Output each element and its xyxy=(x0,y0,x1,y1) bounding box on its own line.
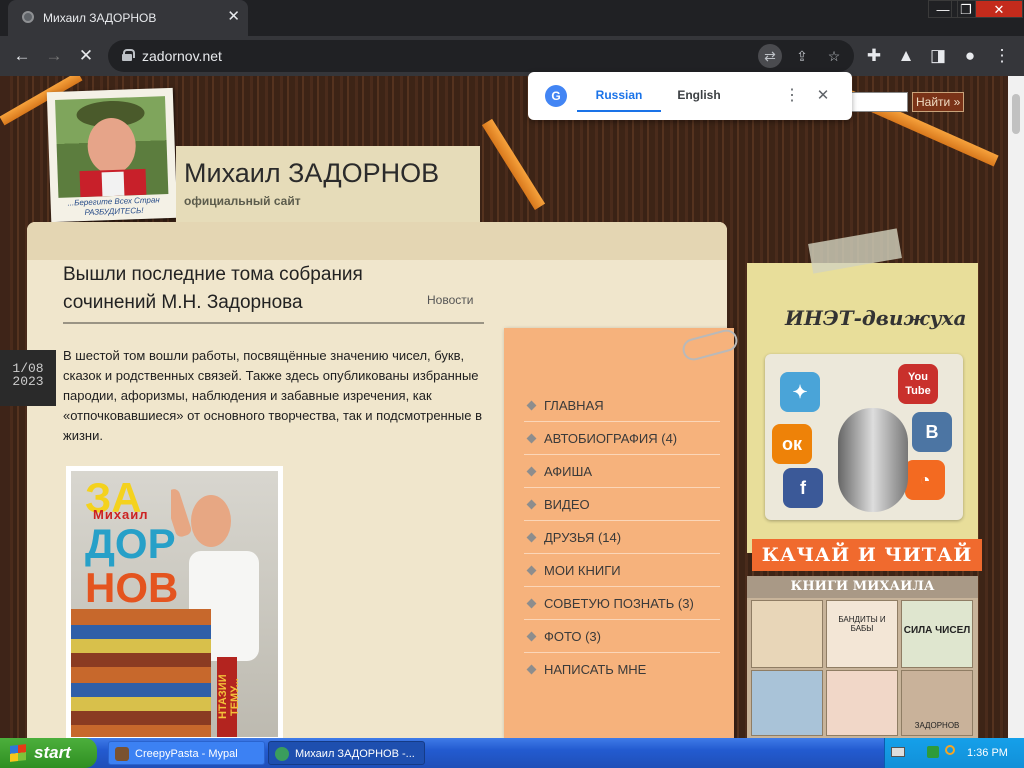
site-title[interactable]: Михаил ЗАДОРНОВ xyxy=(184,158,439,189)
article-body: В шестой том вошли работы, посвящённые з… xyxy=(63,348,482,443)
book-thumbnail[interactable]: ЗАДОРНОВ xyxy=(901,670,973,736)
taskbar-item-label: CreepyPasta - Mypal xyxy=(135,748,238,760)
menu-item-write[interactable]: НАПИСАТЬ МНЕ xyxy=(524,653,720,686)
stop-loading-icon[interactable]: ✕ xyxy=(72,42,100,70)
tab-close-icon[interactable]: ✕ xyxy=(227,7,240,25)
windows-logo-icon xyxy=(10,744,26,762)
cover-art: ЗА Михаил ДОР НОВ НТАЗИИ ТЕМУ... xyxy=(71,471,278,737)
browser-toolbar: ← → ✕ zadornov.net ⇄ ⇪ ☆ ✚ ▲ ◨ ● ⋮ xyxy=(0,36,1024,76)
system-tray: 1:36 PM xyxy=(884,738,1024,768)
book-thumbnail[interactable] xyxy=(826,670,898,736)
author-portrait xyxy=(55,96,169,198)
forward-arrow-icon[interactable]: → xyxy=(40,42,68,70)
menu-item-biography[interactable]: АВТОБИОГРАФИЯ (4) xyxy=(524,422,720,455)
download-banner[interactable]: КАЧАЙ И ЧИТАЙ xyxy=(752,539,982,571)
article-headline[interactable]: Вышли последние тома собрания сочинений … xyxy=(63,261,423,317)
sidebar-heading: ИНЭТ-движуха xyxy=(785,306,967,330)
tab-title: Михаил ЗАДОРНОВ xyxy=(43,11,157,25)
book-stack xyxy=(71,609,211,737)
cover-text-bottom: НОВ xyxy=(85,564,179,611)
cover-spine-text: НТАЗИИ ТЕМУ... xyxy=(217,657,241,737)
date-year: 2023 xyxy=(12,374,44,389)
rss-icon[interactable]: ◔ xyxy=(905,460,945,500)
google-translate-icon: G xyxy=(545,85,567,107)
translate-popup: G Russian English ⋮ ✕ xyxy=(528,72,852,120)
book-thumbnail[interactable] xyxy=(751,600,823,668)
book-cover-image[interactable]: ЗА Михаил ДОР НОВ НТАЗИИ ТЕМУ... xyxy=(66,466,283,738)
browser-menu-icon[interactable]: ⋮ xyxy=(988,42,1016,70)
extensions-puzzle-icon[interactable]: ✚ xyxy=(860,42,888,70)
youtube-icon[interactable]: You Tube xyxy=(898,364,938,404)
book-thumbnail[interactable] xyxy=(751,670,823,736)
lock-icon xyxy=(122,49,135,61)
taskbar-item-label: Михаил ЗАДОРНОВ -... xyxy=(295,748,415,760)
menu-item-photo[interactable]: ФОТО (3) xyxy=(524,620,720,653)
book-thumbnail[interactable]: СИЛА ЧИСЕЛ xyxy=(901,600,973,668)
article-category[interactable]: Новости xyxy=(427,293,473,307)
screen: Михаил ЗАДОРНОВ ✕ — ❐ ✕ ← → ✕ zadornov.n… xyxy=(0,0,1024,768)
odnoklassniki-icon[interactable]: ок xyxy=(772,424,812,464)
close-window-button[interactable]: ✕ xyxy=(975,0,1023,18)
profile-avatar-icon[interactable]: ● xyxy=(956,42,984,70)
computer-mouse-icon xyxy=(838,408,908,512)
labs-flask-icon[interactable]: ▲ xyxy=(892,42,920,70)
taskbar: start CreepyPasta - Mypal Михаил ЗАДОРНО… xyxy=(0,738,1024,768)
menu-item-home[interactable]: ГЛАВНАЯ xyxy=(524,389,720,422)
share-icon[interactable]: ⇪ xyxy=(790,44,814,68)
bookmark-star-icon[interactable]: ☆ xyxy=(822,44,846,68)
tab-language-english[interactable]: English xyxy=(671,72,727,112)
date-badge: 1/08 2023 xyxy=(0,350,56,406)
menu-item-books[interactable]: МОИ КНИГИ xyxy=(524,554,720,587)
chrome-icon xyxy=(275,747,289,761)
scrollbar-thumb[interactable] xyxy=(1012,94,1020,134)
search-icon[interactable] xyxy=(945,745,955,755)
browser-tab-strip: Михаил ЗАДОРНОВ ✕ — ❐ ✕ xyxy=(0,0,1024,36)
address-bar[interactable]: zadornov.net ⇄ ⇪ ☆ xyxy=(108,40,854,72)
books-gallery: БАНДИТЫ И БАБЫ СИЛА ЧИСЕЛ ЗАДОРНОВ xyxy=(747,598,978,738)
keyboard-icon[interactable] xyxy=(891,747,905,757)
books-heading: КНИГИ МИХАИЛА ЗАДОРНОВА xyxy=(747,576,978,616)
menu-item-recommend[interactable]: СОВЕТУЮ ПОЗНАТЬ (3) xyxy=(524,587,720,620)
menu-item-poster[interactable]: АФИША xyxy=(524,455,720,488)
book-thumbnail[interactable]: БАНДИТЫ И БАБЫ xyxy=(826,600,898,668)
mypal-icon xyxy=(115,747,129,761)
facebook-icon[interactable]: f xyxy=(783,468,823,508)
menu-item-friends[interactable]: ДРУЗЬЯ (14) xyxy=(524,521,720,554)
translate-close-icon[interactable]: ✕ xyxy=(812,84,834,108)
cover-text-mid: ДОР xyxy=(85,520,176,567)
web-page: ...Берегите Всех Стран РАЗБУДИТЕСЬ! Миха… xyxy=(0,76,1024,738)
back-arrow-icon[interactable]: ← xyxy=(8,42,36,70)
page-scrollbar[interactable] xyxy=(1008,76,1024,738)
vk-icon[interactable]: B xyxy=(912,412,952,452)
side-panel-icon[interactable]: ◨ xyxy=(924,42,952,70)
search-button[interactable]: Найти » xyxy=(912,92,964,112)
start-label: start xyxy=(34,743,71,762)
url-text[interactable]: zadornov.net xyxy=(142,48,222,64)
start-button[interactable]: start xyxy=(0,738,97,768)
twitter-icon[interactable]: ✦ xyxy=(780,372,820,412)
site-subtitle: официальный сайт xyxy=(184,194,301,208)
translate-icon[interactable]: ⇄ xyxy=(758,44,782,68)
menu-item-video[interactable]: ВИДЕО xyxy=(524,488,720,521)
browser-tab[interactable]: Михаил ЗАДОРНОВ ✕ xyxy=(8,0,248,36)
paper-edge xyxy=(27,222,727,260)
site-favicon-icon xyxy=(22,11,34,23)
network-icon[interactable] xyxy=(927,746,939,758)
translate-options-icon[interactable]: ⋮ xyxy=(782,84,802,108)
photo-caption: ...Берегите Всех Стран РАЗБУДИТЕСЬ! xyxy=(67,195,160,217)
tab-language-russian[interactable]: Russian xyxy=(577,72,661,112)
headline-divider xyxy=(63,322,484,324)
clock[interactable]: 1:36 PM xyxy=(967,738,1008,768)
author-photo[interactable]: ...Берегите Всех Стран РАЗБУДИТЕСЬ! xyxy=(46,87,178,223)
taskbar-item-mypal[interactable]: CreepyPasta - Mypal xyxy=(108,741,265,765)
taskbar-item-chrome[interactable]: Михаил ЗАДОРНОВ -... xyxy=(268,741,425,765)
